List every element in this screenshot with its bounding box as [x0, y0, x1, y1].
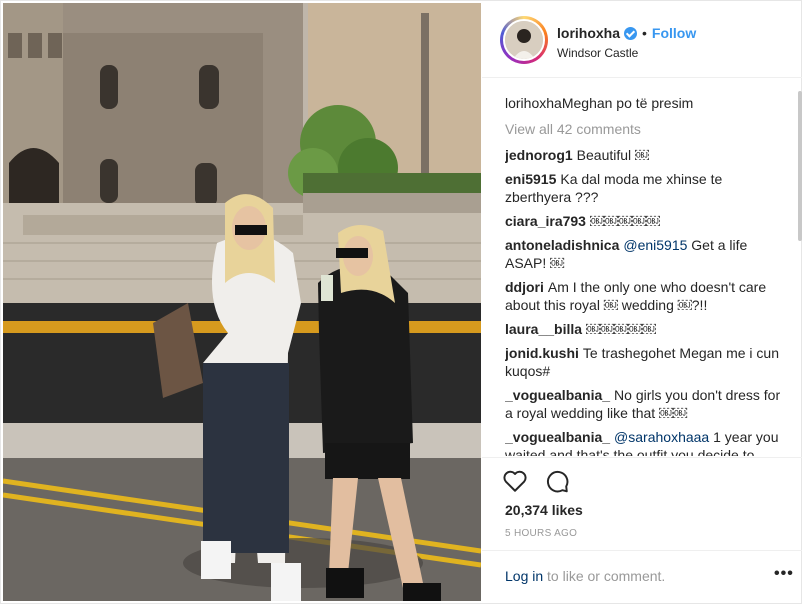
comment-username[interactable]: laura__billa — [505, 321, 582, 337]
comment-text: ￼￼￼￼￼ — [589, 213, 660, 229]
comment-item: eni5915 Ka dal moda me xhinse te zberthye… — [505, 170, 790, 206]
comment-item: _voguealbania_ @sarahoxhaaa 1 year you wa… — [505, 428, 790, 456]
story-ring[interactable] — [500, 16, 548, 64]
comment-text: ￼￼￼￼￼ — [586, 321, 657, 337]
username-row: lorihoxha • Follow — [557, 25, 696, 41]
comment-item: antoneladishnica @eni5915 Get a life ASAP… — [505, 236, 790, 272]
login-link[interactable]: Log in — [505, 568, 543, 584]
avatar-image — [505, 21, 543, 59]
likes-count[interactable]: 20,374 likes — [505, 502, 583, 518]
login-bar: Log in to like or comment. ••• — [482, 550, 802, 604]
comment-username[interactable]: eni5915 — [505, 171, 556, 187]
location-link[interactable]: Windsor Castle — [557, 46, 638, 60]
speech-bubble-icon[interactable] — [544, 468, 570, 494]
separator-dot: • — [642, 25, 647, 41]
follow-button[interactable]: Follow — [652, 25, 696, 41]
comment-mention[interactable]: @sarahoxhaaa — [614, 429, 709, 445]
heart-outline-icon[interactable] — [502, 468, 528, 494]
post-sidebar: lorihoxha • Follow Windsor Castle loriho… — [482, 1, 802, 604]
comment-item: jednorog1 Beautiful ￼ — [505, 146, 790, 164]
heart-outline-icon-glyph — [503, 470, 527, 492]
photo-illustration — [3, 3, 481, 601]
login-text: to like or comment. — [543, 568, 666, 584]
comment-username[interactable]: _voguealbania_ — [505, 387, 610, 403]
caption-username[interactable]: lorihoxha — [505, 95, 562, 111]
ellipsis-icon[interactable]: ••• — [774, 565, 794, 583]
comment-item: ciara_ira793 ￼￼￼￼￼ — [505, 212, 790, 230]
comments-scrollbar[interactable] — [798, 91, 802, 241]
comment-username[interactable]: jonid.kushi — [505, 345, 579, 361]
comment-item: laura__billa ￼￼￼￼￼ — [505, 320, 790, 338]
username-link[interactable]: lorihoxha — [557, 25, 620, 41]
speech-bubble-icon-glyph — [546, 470, 569, 493]
comment-username[interactable]: jednorog1 — [505, 147, 573, 163]
view-all-comments-link[interactable]: View all 42 comments — [505, 120, 790, 138]
login-prompt: Log in to like or comment. — [505, 568, 665, 584]
comment-text: Beautiful ￼ — [576, 147, 650, 163]
post-header: lorihoxha • Follow Windsor Castle — [482, 1, 802, 78]
post-frame: lorihoxha • Follow Windsor Castle loriho… — [0, 0, 802, 604]
comment-username[interactable]: antoneladishnica — [505, 237, 619, 253]
comment-username[interactable]: _voguealbania_ — [505, 429, 610, 445]
comment-text: Am I the only one who doesn't care about… — [505, 279, 767, 313]
comment-username[interactable]: ciara_ira793 — [505, 213, 586, 229]
comment-mention[interactable]: @eni5915 — [623, 237, 687, 253]
caption-text: Meghan po të presim — [561, 95, 694, 111]
caption: lorihoxhaMeghan po të presim — [505, 94, 790, 112]
comment-item: jonid.kushi Te trashegohet Megan me i cun… — [505, 344, 790, 380]
comment-item: _voguealbania_ No girls you don't dress f… — [505, 386, 790, 422]
action-bar: 20,374 likes 5 HOURS AGO Log in to like … — [482, 457, 802, 604]
post-photo[interactable] — [3, 3, 481, 601]
comments-list: lorihoxhaMeghan po të presim View all 42… — [505, 94, 790, 456]
post-timestamp[interactable]: 5 HOURS AGO — [505, 528, 577, 539]
comment-username[interactable]: ddjori — [505, 279, 544, 295]
verified-badge-icon — [624, 26, 638, 40]
avatar[interactable] — [503, 19, 545, 61]
comment-item: ddjori Am I the only one who doesn't care… — [505, 278, 790, 314]
